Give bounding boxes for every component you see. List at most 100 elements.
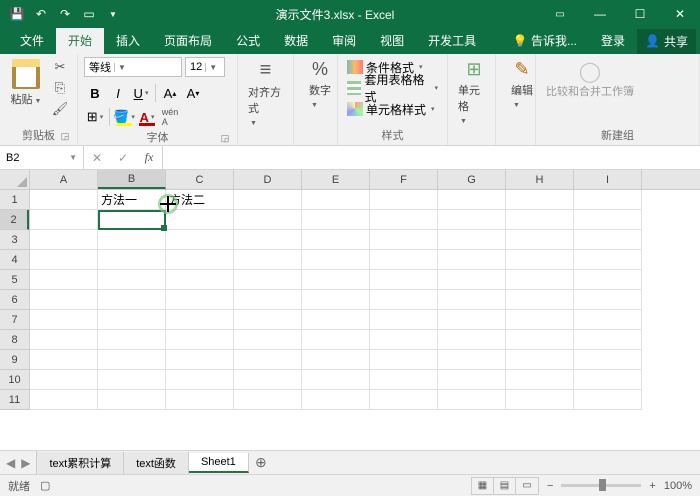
maximize-icon[interactable]: ☐: [620, 0, 660, 28]
cell[interactable]: [370, 190, 438, 210]
underline-button[interactable]: U▾: [130, 82, 152, 104]
cell[interactable]: [506, 330, 574, 350]
page-break-view-icon[interactable]: ▭: [516, 478, 538, 494]
normal-view-icon[interactable]: ▦: [472, 478, 494, 494]
cell[interactable]: [438, 370, 506, 390]
cell[interactable]: [302, 310, 370, 330]
border-button[interactable]: ⊞▾: [84, 106, 106, 128]
cell[interactable]: [438, 310, 506, 330]
cell[interactable]: [234, 310, 302, 330]
cell[interactable]: [506, 390, 574, 410]
zoom-slider[interactable]: [561, 484, 641, 487]
enter-icon[interactable]: ✓: [110, 146, 136, 169]
cell[interactable]: [30, 350, 98, 370]
cell[interactable]: [574, 310, 642, 330]
cell[interactable]: [234, 270, 302, 290]
format-painter-icon[interactable]: 🖌: [49, 99, 71, 119]
row-header[interactable]: 2: [0, 210, 29, 230]
sheet-tab-1[interactable]: text累积计算: [37, 452, 124, 474]
cell[interactable]: [574, 290, 642, 310]
tab-file[interactable]: 文件: [8, 28, 56, 54]
cell[interactable]: 方法二: [166, 190, 234, 210]
cell[interactable]: [166, 390, 234, 410]
cell[interactable]: [574, 390, 642, 410]
cell[interactable]: [30, 290, 98, 310]
cell[interactable]: [370, 270, 438, 290]
cell[interactable]: [234, 230, 302, 250]
italic-button[interactable]: I: [107, 82, 129, 104]
select-all-corner[interactable]: [0, 170, 30, 190]
cell[interactable]: [302, 230, 370, 250]
macro-record-icon[interactable]: ▢: [40, 479, 50, 492]
cell[interactable]: [370, 290, 438, 310]
cell[interactable]: [574, 210, 642, 230]
cell[interactable]: [234, 290, 302, 310]
cell[interactable]: [370, 390, 438, 410]
cell[interactable]: [234, 390, 302, 410]
cell[interactable]: [166, 370, 234, 390]
font-size-combo[interactable]: 12▼: [185, 57, 225, 77]
sheet-tab-3[interactable]: Sheet1: [189, 453, 249, 473]
cell[interactable]: [166, 210, 234, 230]
row-header[interactable]: 3: [0, 230, 29, 250]
cell[interactable]: [302, 290, 370, 310]
cell[interactable]: [98, 310, 166, 330]
share-button[interactable]: 👤共享: [637, 29, 696, 54]
cell[interactable]: [98, 330, 166, 350]
zoom-out-icon[interactable]: −: [547, 480, 553, 492]
tab-home[interactable]: 开始: [56, 28, 104, 54]
cell[interactable]: [302, 330, 370, 350]
cut-icon[interactable]: ✂: [49, 57, 71, 77]
tab-insert[interactable]: 插入: [104, 28, 152, 54]
cell[interactable]: [506, 350, 574, 370]
login[interactable]: 登录: [589, 28, 637, 54]
cell[interactable]: [438, 350, 506, 370]
tab-developer[interactable]: 开发工具: [416, 28, 488, 54]
cells-button[interactable]: ⊞单元格▼: [454, 57, 494, 128]
row-header[interactable]: 6: [0, 290, 29, 310]
row-header[interactable]: 7: [0, 310, 29, 330]
cell[interactable]: [370, 330, 438, 350]
cell[interactable]: [234, 210, 302, 230]
cell[interactable]: [506, 270, 574, 290]
cell[interactable]: [370, 310, 438, 330]
cell[interactable]: [98, 210, 166, 230]
redo-icon[interactable]: ↷: [54, 3, 76, 25]
sheet-tab-2[interactable]: text函数: [124, 452, 189, 474]
close-icon[interactable]: ✕: [660, 0, 700, 28]
cell[interactable]: [30, 330, 98, 350]
column-header[interactable]: F: [370, 170, 438, 189]
fx-icon[interactable]: fx: [136, 146, 162, 169]
cell[interactable]: [166, 290, 234, 310]
cell[interactable]: [302, 270, 370, 290]
cell[interactable]: [98, 290, 166, 310]
ribbon-options-icon[interactable]: ▭: [540, 0, 580, 28]
cell[interactable]: [98, 350, 166, 370]
fill-color-button[interactable]: 🪣▾: [113, 106, 135, 128]
alignment-button[interactable]: ≡对齐方式▼: [244, 57, 287, 130]
cell[interactable]: [438, 210, 506, 230]
sheet-nav-prev-icon[interactable]: ◀: [6, 456, 15, 470]
cell[interactable]: [30, 270, 98, 290]
cell[interactable]: [166, 310, 234, 330]
cell[interactable]: [370, 370, 438, 390]
cell[interactable]: [302, 390, 370, 410]
cell[interactable]: [98, 230, 166, 250]
cell[interactable]: [98, 390, 166, 410]
cell[interactable]: [302, 190, 370, 210]
cell[interactable]: [234, 250, 302, 270]
decrease-font-button[interactable]: A▾: [182, 82, 204, 104]
qat-dropdown-icon[interactable]: ▼: [102, 3, 124, 25]
column-header[interactable]: B: [98, 170, 166, 189]
cell[interactable]: [574, 250, 642, 270]
cell[interactable]: [302, 370, 370, 390]
column-header[interactable]: I: [574, 170, 642, 189]
cell[interactable]: [506, 290, 574, 310]
cell[interactable]: [370, 250, 438, 270]
copy-icon[interactable]: ⎘: [49, 78, 71, 98]
cell[interactable]: [30, 210, 98, 230]
zoom-in-icon[interactable]: +: [649, 480, 655, 492]
cell[interactable]: [30, 370, 98, 390]
cell[interactable]: 方法一: [98, 190, 166, 210]
column-header[interactable]: H: [506, 170, 574, 189]
